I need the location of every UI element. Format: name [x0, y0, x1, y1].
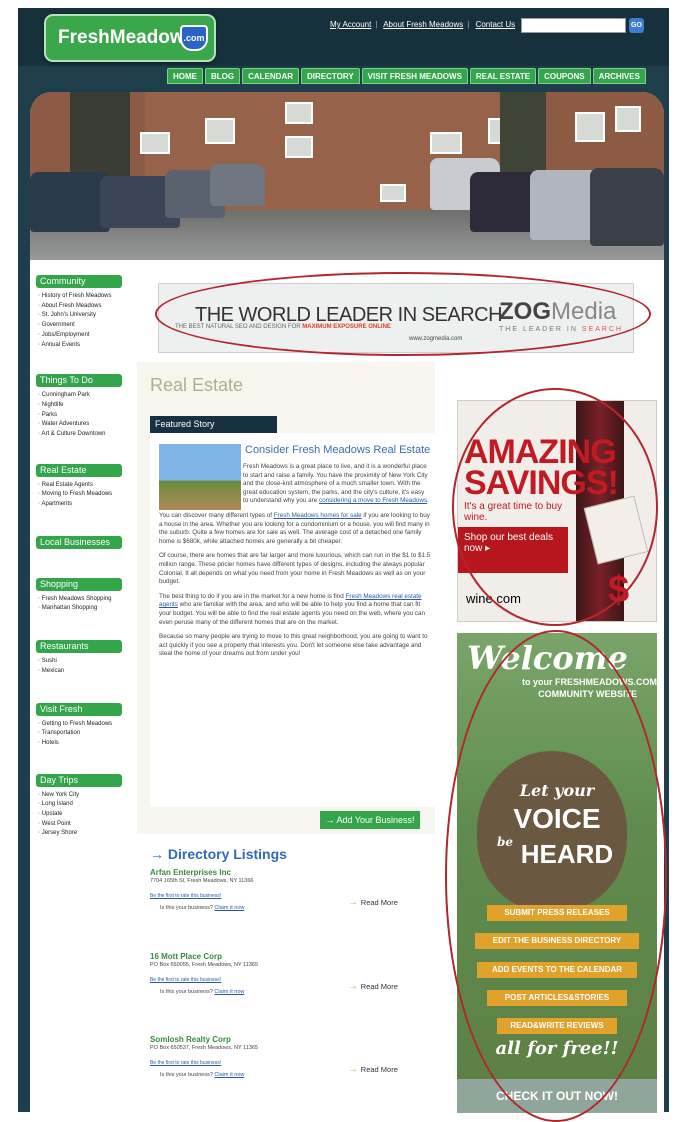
sidebar-link[interactable]: Manhattan Shopping: [36, 604, 136, 614]
sidebar-link[interactable]: Cunningham Park: [36, 391, 136, 401]
contact-link[interactable]: Contact Us: [476, 20, 516, 29]
sidebar-link[interactable]: Water Adventures: [36, 420, 136, 430]
read-more-link[interactable]: Read More: [348, 981, 398, 992]
logo-text: FreshMeadows: [58, 27, 196, 48]
nav-real-estate[interactable]: REAL ESTATE: [469, 68, 537, 84]
search-go-button[interactable]: GO: [629, 18, 644, 33]
listing-name[interactable]: Arfan Enterprises Inc: [150, 868, 430, 877]
sidebar-link[interactable]: Fresh Meadows Shopping: [36, 595, 136, 605]
main-nav: HOME BLOG CALENDAR DIRECTORY VISIT FRESH…: [167, 68, 646, 84]
sidebar-section: Day Trips New York CityLong IslandUpstate…: [36, 773, 136, 836]
sidebar-link[interactable]: Government: [36, 321, 136, 331]
add-business-button[interactable]: → Add Your Business!: [320, 811, 420, 829]
sidebar-link[interactable]: Transportation: [36, 729, 136, 739]
sidebar-link[interactable]: Moving to Fresh Meadows: [36, 490, 136, 500]
nav-home[interactable]: HOME: [167, 68, 203, 84]
nav-archives[interactable]: ARCHIVES: [592, 68, 646, 84]
sidebar-link[interactable]: Long Island: [36, 800, 136, 810]
sidebar-link[interactable]: Mexican: [36, 667, 136, 677]
claim-link[interactable]: Claim it now: [214, 989, 244, 995]
nav-calendar[interactable]: CALENDAR: [242, 68, 299, 84]
sidebar-link[interactable]: Annual Events: [36, 341, 136, 351]
listing-address: 7704 165th St, Fresh Meadows, NY 11366: [150, 878, 254, 884]
page-title: Real Estate: [150, 375, 244, 395]
sidebar-link[interactable]: Upstate: [36, 810, 136, 820]
story-body: Fresh Meadows is a great place to live, …: [159, 463, 431, 665]
sidebar-link[interactable]: West Point: [36, 820, 136, 830]
inline-link[interactable]: Fresh Meadows homes for sale: [274, 512, 362, 519]
sidebar-link[interactable]: About Fresh Meadows: [36, 302, 136, 312]
claim-link[interactable]: Claim it now: [214, 905, 244, 911]
sidebar-heading[interactable]: Community: [36, 275, 122, 288]
sidebar-section: Visit Fresh MeadowsGetting to Fresh Mead…: [36, 702, 136, 774]
hero-photo: [30, 92, 664, 260]
sidebar-heading[interactable]: Real Estate: [36, 463, 122, 477]
listing-name[interactable]: 16 Mott Place Corp: [150, 952, 430, 961]
paragraph: The best thing to do if you are in the m…: [159, 592, 426, 626]
paragraph: Fresh Meadows is a great place to live, …: [243, 463, 429, 505]
sidebar-link[interactable]: Jobs/Employment: [36, 331, 136, 341]
directory-listing: Somlosh Realty Corp PO Box 650537, Fresh …: [150, 1035, 430, 1078]
sidebar-link[interactable]: Nightlife: [36, 401, 136, 411]
sidebar-section: Real Estate Real Estate AgentsMoving to F…: [36, 463, 136, 536]
read-more-link[interactable]: Read More: [348, 1064, 398, 1075]
sidebar-section: Shopping Fresh Meadows ShoppingManhattan …: [36, 577, 136, 640]
sidebar: Community History of Fresh MeadowsAbout F…: [36, 275, 136, 836]
nav-coupons[interactable]: COUPONS: [538, 68, 591, 84]
paragraph: Of course, there are homes that are far …: [159, 552, 431, 586]
sidebar-section: Local Businesses: [36, 535, 136, 578]
directory-listing: Arfan Enterprises Inc 7704 165th St, Fres…: [150, 868, 430, 911]
sidebar-section: Restaurants SushiMexican: [36, 640, 136, 702]
top-links: My Account | About Fresh Meadows | Contact…: [330, 20, 519, 29]
sidebar-link[interactable]: Real Estate Agents: [36, 481, 136, 491]
page: FreshMeadows .com My Account | About Fres…: [0, 0, 675, 1122]
link-separator: |: [375, 20, 378, 29]
sidebar-link[interactable]: Sushi: [36, 657, 136, 667]
site-logo[interactable]: FreshMeadows .com: [44, 14, 216, 62]
read-more-link[interactable]: Read More: [348, 897, 398, 908]
sidebar-link[interactable]: Hotels: [36, 739, 136, 749]
sidebar-heading[interactable]: Restaurants: [36, 640, 122, 654]
about-link[interactable]: About Fresh Meadows: [383, 20, 463, 29]
directory-listing: 16 Mott Place Corp PO Box 650055, Fresh M…: [150, 952, 430, 995]
sidebar-link[interactable]: New York City: [36, 791, 136, 801]
featured-story-tab: Featured Story: [150, 416, 277, 433]
sidebar-link[interactable]: History of Fresh Meadows: [36, 292, 136, 302]
directory-title: → Directory Listings: [150, 846, 287, 862]
paragraph: You can discover many different types of…: [159, 511, 430, 545]
sidebar-link[interactable]: Getting to Fresh Meadows: [36, 720, 136, 730]
nav-blog[interactable]: BLOG: [205, 68, 241, 84]
sidebar-section: Community History of Fresh MeadowsAbout F…: [36, 275, 136, 374]
sidebar-heading[interactable]: Local Businesses: [36, 535, 122, 549]
claim-link[interactable]: Claim it now: [214, 1072, 244, 1078]
my-account-link[interactable]: My Account: [330, 20, 371, 29]
annotation-oval: [445, 630, 667, 1122]
interstate-shield-icon: .com: [180, 25, 208, 51]
sidebar-heading[interactable]: Things To Do: [36, 374, 122, 388]
annotation-oval: [155, 272, 651, 356]
sidebar-heading[interactable]: Day Trips: [36, 773, 122, 787]
listing-name[interactable]: Somlosh Realty Corp: [150, 1035, 430, 1044]
sidebar-link[interactable]: St. John's University: [36, 311, 136, 321]
nav-directory[interactable]: DIRECTORY: [301, 68, 360, 84]
sidebar-link[interactable]: Jersey Shore: [36, 829, 136, 839]
sidebar-section: Things To Do Cunningham ParkNightlifePark…: [36, 374, 136, 464]
listing-address: PO Box 650537, Fresh Meadows, NY 11365: [150, 1045, 259, 1051]
search-input[interactable]: [521, 18, 626, 33]
sidebar-heading[interactable]: Visit Fresh Meadows: [36, 702, 122, 727]
paragraph: Because so many people are trying to mov…: [159, 633, 428, 658]
nav-visit[interactable]: VISIT FRESH MEADOWS: [361, 68, 468, 84]
sidebar-link[interactable]: Apartments: [36, 500, 136, 510]
listing-address: PO Box 650055, Fresh Meadows, NY 11365: [150, 962, 259, 968]
story-title[interactable]: Consider Fresh Meadows Real Estate: [245, 444, 430, 456]
sidebar-link[interactable]: Art & Culture Downtown: [36, 430, 136, 440]
sidebar-heading[interactable]: Shopping: [36, 577, 122, 591]
link-separator: |: [467, 20, 470, 29]
sidebar-link[interactable]: Parks: [36, 411, 136, 421]
annotation-oval: [452, 388, 658, 626]
inline-link[interactable]: considering a move to Fresh Meadows: [319, 497, 427, 504]
